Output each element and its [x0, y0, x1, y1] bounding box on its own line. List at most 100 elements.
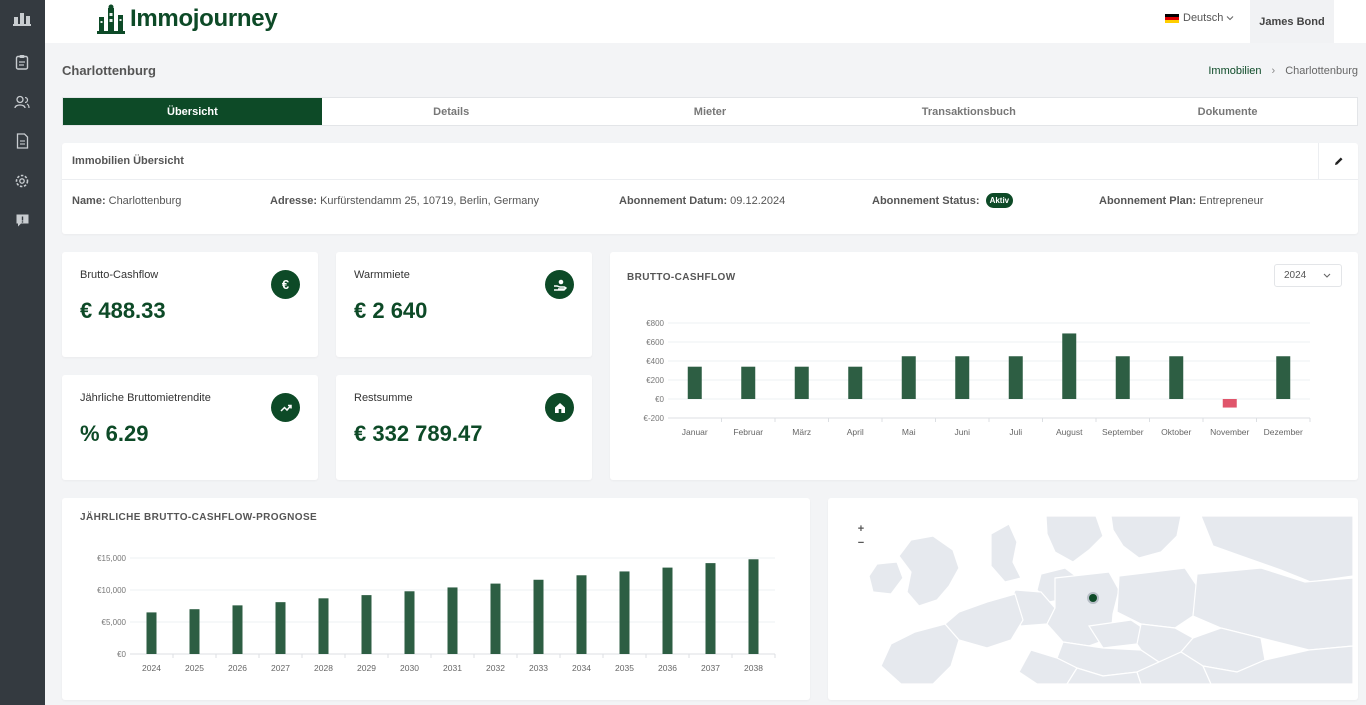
building-icon[interactable]: [12, 8, 32, 28]
edit-button[interactable]: [1318, 143, 1358, 179]
bar[interactable]: [687, 366, 702, 399]
x-tick-label: Juni: [954, 427, 970, 437]
x-tick-label: Februar: [733, 427, 763, 437]
bar[interactable]: [189, 609, 200, 654]
x-tick-label: Januar: [682, 427, 708, 437]
y-tick-label: €5,000: [102, 618, 127, 627]
document-icon[interactable]: [12, 131, 32, 151]
y-tick-label: €-200: [644, 414, 665, 423]
x-tick-label: Oktober: [1161, 427, 1191, 437]
kpi-label: Brutto-Cashflow: [80, 269, 159, 281]
map-zoom-in-button[interactable]: +: [856, 523, 866, 535]
kpi-label: Restsumme: [354, 392, 413, 404]
brand-logo[interactable]: Immojourney: [97, 4, 278, 34]
x-tick-label: 2025: [185, 663, 204, 673]
brand-logo-icon: [97, 4, 125, 34]
kpi-card-bruttomietrendite: Jährliche Bruttomietrendite % 6.29: [62, 375, 318, 480]
brand-name: Immojourney: [130, 5, 278, 32]
clipboard-icon[interactable]: [12, 52, 32, 72]
x-tick-label: 2029: [357, 663, 376, 673]
user-name: James Bond: [1259, 15, 1325, 28]
bar[interactable]: [1008, 356, 1023, 399]
bar[interactable]: [146, 612, 157, 654]
bar[interactable]: [318, 598, 329, 654]
bar[interactable]: [490, 583, 501, 654]
forecast-bar-chart: €0 €5,000 €10,000 €15,000 2024 2025 2026 2027 20…: [97, 554, 776, 673]
bar[interactable]: [576, 575, 587, 654]
x-tick-label: 2037: [701, 663, 720, 673]
language-selector[interactable]: Deutsch: [1165, 12, 1234, 24]
cashflow-bar-chart: €-200 €0 €200 €400 €600 €800 Januar Februar März…: [644, 319, 1311, 437]
breadcrumb: Immobilien › Charlottenburg: [1208, 65, 1358, 77]
location-marker[interactable]: [1087, 592, 1099, 604]
y-tick-label: €800: [646, 319, 664, 328]
x-tick-label: 2035: [615, 663, 634, 673]
kpi-value: € 488.33: [80, 298, 166, 323]
users-icon[interactable]: [12, 92, 32, 112]
page-title: Charlottenburg: [62, 63, 156, 78]
x-tick-label: September: [1102, 427, 1144, 437]
y-tick-label: €200: [646, 376, 664, 385]
y-tick-label: €0: [117, 650, 126, 659]
bar[interactable]: [619, 571, 630, 654]
pencil-icon: [1334, 157, 1342, 165]
field-subscription-plan: Abonnement Plan: Entrepreneur: [1099, 195, 1264, 207]
bar[interactable]: [275, 602, 286, 654]
x-tick-label: April: [847, 427, 864, 437]
tab-transaktionsbuch[interactable]: Transaktionsbuch: [839, 98, 1098, 125]
kpi-card-restsumme: Restsumme € 332 789.47: [336, 375, 592, 480]
bar[interactable]: [1115, 356, 1130, 399]
bar[interactable]: [748, 559, 759, 654]
bar[interactable]: [955, 356, 970, 399]
bar[interactable]: [232, 605, 243, 654]
kpi-card-warmmiete: Warmmiete € 2 640: [336, 252, 592, 357]
support-icon[interactable]: [12, 210, 32, 230]
x-tick-label: März: [792, 427, 811, 437]
x-tick-label: 2031: [443, 663, 462, 673]
bar[interactable]: [848, 366, 863, 399]
settings-icon[interactable]: [12, 171, 32, 191]
kpi-value: % 6.29: [80, 421, 149, 446]
bar[interactable]: [361, 595, 372, 654]
x-tick-label: Juli: [1009, 427, 1022, 437]
forecast-chart-card: JÄHRLICHE BRUTTO-CASHFLOW-PROGNOSE €0 €5,…: [62, 498, 810, 700]
bar[interactable]: [705, 563, 716, 654]
x-tick-label: Dezember: [1264, 427, 1303, 437]
tab-uebersicht[interactable]: Übersicht: [63, 98, 322, 125]
field-subscription-date: Abonnement Datum: 09.12.2024: [619, 195, 786, 207]
x-tick-label: August: [1056, 427, 1083, 437]
x-tick-label: 2030: [400, 663, 419, 673]
chevron-down-icon: [1226, 16, 1234, 21]
x-tick-label: November: [1210, 427, 1249, 437]
kpi-label: Warmmiete: [354, 269, 410, 281]
overview-title: Immobilien Übersicht: [72, 155, 184, 167]
bar[interactable]: [662, 567, 673, 654]
x-tick-label: 2032: [486, 663, 505, 673]
y-tick-label: €10,000: [97, 586, 126, 595]
map-card: + −: [828, 498, 1358, 700]
bar[interactable]: [741, 366, 756, 399]
breadcrumb-link-immobilien[interactable]: Immobilien: [1208, 65, 1261, 77]
tab-dokumente[interactable]: Dokumente: [1098, 98, 1357, 125]
bar[interactable]: [901, 356, 916, 399]
bar[interactable]: [1169, 356, 1184, 399]
map-zoom-out-button[interactable]: −: [856, 537, 866, 549]
tab-details[interactable]: Details: [322, 98, 581, 125]
bar[interactable]: [1276, 356, 1291, 399]
bar[interactable]: [447, 587, 458, 654]
kpi-value: € 332 789.47: [354, 421, 483, 446]
bar[interactable]: [1222, 399, 1237, 408]
property-overview-card: Immobilien Übersicht Name: Charlottenburg…: [62, 143, 1358, 234]
y-tick-label: €0: [655, 395, 664, 404]
user-menu[interactable]: James Bond: [1250, 0, 1334, 43]
bar[interactable]: [404, 591, 415, 654]
status-badge: Aktiv: [985, 193, 1014, 208]
tab-mieter[interactable]: Mieter: [581, 98, 840, 125]
x-tick-label: 2036: [658, 663, 677, 673]
bar[interactable]: [533, 579, 544, 654]
x-tick-label: 2038: [744, 663, 763, 673]
bar[interactable]: [794, 366, 809, 399]
map-view[interactable]: [841, 516, 1353, 684]
x-tick-label: 2026: [228, 663, 247, 673]
bar[interactable]: [1062, 333, 1077, 399]
